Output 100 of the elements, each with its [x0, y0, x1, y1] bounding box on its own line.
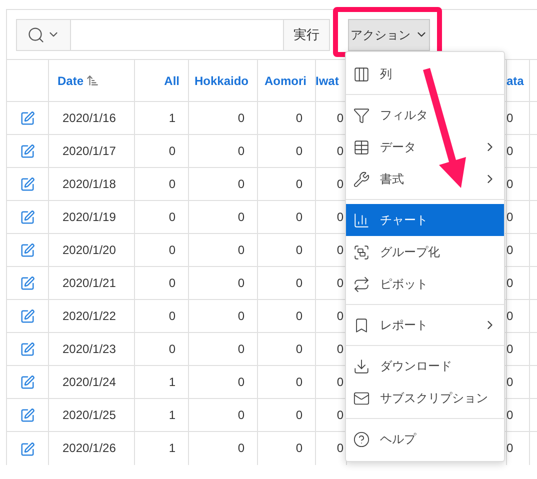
table-cell: 0: [336, 276, 344, 290]
table-cell: 2020/1/16: [62, 111, 116, 125]
table-cell: 0: [296, 177, 302, 191]
table-cell: 0: [238, 441, 244, 456]
edit-icon[interactable]: [20, 375, 35, 390]
download-icon: [353, 358, 370, 374]
envelope-icon: [353, 390, 370, 406]
table-cell: 0: [506, 375, 514, 389]
table-cell: 0: [506, 441, 514, 456]
table-cell: 0: [336, 375, 344, 389]
table-cell: 0: [238, 210, 244, 224]
columns-icon: [353, 66, 370, 82]
table-cell: 2020/1/21: [62, 276, 116, 290]
edit-icon[interactable]: [20, 177, 35, 192]
table-icon: [353, 138, 370, 156]
table-cell: 0: [506, 309, 514, 323]
column-header[interactable]: All: [164, 74, 180, 88]
table-cell: 0: [296, 144, 302, 158]
help-icon: [353, 430, 370, 448]
table-cell: 0: [506, 342, 514, 356]
go-button[interactable]: 実行: [283, 18, 330, 50]
table-cell: 0: [336, 342, 344, 356]
table-cell: 0: [296, 375, 302, 389]
menu-item[interactable]: ピボット: [346, 268, 504, 300]
table-cell: 0: [168, 210, 176, 224]
edit-icon[interactable]: [20, 408, 35, 424]
table-cell: 0: [238, 342, 244, 356]
menu-item[interactable]: チャート: [346, 204, 504, 236]
table-cell: 0: [336, 177, 344, 191]
table-cell: 0: [238, 243, 244, 257]
table-cell: 0: [336, 309, 344, 323]
table-cell: 2020/1/17: [62, 144, 116, 158]
table-cell: 0: [168, 243, 176, 257]
table-cell: 0: [238, 408, 244, 422]
table-cell: 0: [506, 210, 514, 224]
table-cell: 0: [336, 408, 344, 422]
wrench-icon: [353, 170, 370, 188]
table-cell: 1: [168, 375, 176, 389]
menu-item[interactable]: グループ化: [346, 236, 504, 268]
column-header[interactable]: Aomori: [264, 74, 306, 88]
search-menu-button[interactable]: [16, 18, 71, 50]
menu-item[interactable]: サブスクリプション: [346, 382, 504, 414]
table-cell: 0: [336, 144, 344, 158]
table-cell: 0: [168, 342, 176, 356]
table-cell: 0: [296, 111, 302, 125]
column-header[interactable]: Hokkaido: [194, 74, 248, 88]
table-cell: 0: [506, 144, 514, 158]
sort-ascending-icon: [86, 74, 99, 87]
table-cell: 0: [336, 210, 344, 224]
table-cell: 0: [506, 243, 514, 257]
edit-icon[interactable]: [20, 342, 35, 358]
table-cell: 2020/1/22: [62, 309, 116, 323]
menu-item[interactable]: 列: [346, 58, 504, 90]
table-cell: 0: [238, 309, 244, 323]
edit-icon[interactable]: [20, 309, 35, 324]
table-cell: 0: [168, 177, 176, 191]
edit-icon[interactable]: [20, 210, 35, 226]
table-cell: 0: [336, 111, 344, 125]
edit-icon[interactable]: [20, 243, 35, 258]
search-field[interactable]: [71, 18, 283, 50]
edit-icon[interactable]: [20, 276, 35, 292]
column-header[interactable]: Iwat: [316, 74, 339, 88]
menu-item[interactable]: 書式: [346, 163, 504, 195]
table-cell: 0: [296, 243, 302, 257]
menu-item[interactable]: ダウンロード: [346, 350, 504, 382]
group-icon: [353, 244, 370, 260]
filter-icon: [353, 106, 370, 124]
table-cell: 0: [296, 276, 302, 290]
table-cell: 0: [168, 309, 176, 323]
table-cell: 2020/1/19: [62, 210, 116, 224]
table-cell: 1: [168, 408, 176, 422]
edit-icon[interactable]: [20, 442, 35, 457]
table-cell: 0: [296, 342, 302, 356]
table-cell: 0: [336, 243, 344, 257]
menu-item[interactable]: レポート: [346, 309, 504, 341]
search-icon: [27, 26, 45, 44]
table-cell: 0: [238, 111, 244, 125]
table-cell: 2020/1/26: [62, 441, 116, 456]
column-header[interactable]: Date: [58, 72, 84, 90]
table-cell: 0: [238, 276, 244, 290]
table-cell: 0: [168, 144, 176, 158]
table-cell: 0: [506, 276, 514, 290]
actions-button[interactable]: アクション: [348, 18, 430, 50]
table-cell: 0: [506, 408, 514, 422]
table-cell: 0: [296, 408, 302, 422]
table-cell: 0: [336, 441, 344, 456]
table-cell: 2020/1/23: [62, 342, 116, 356]
table-cell: 0: [296, 309, 302, 323]
pivot-icon: [353, 276, 370, 292]
edit-icon[interactable]: [20, 111, 35, 126]
menu-item[interactable]: データ: [346, 131, 504, 163]
table-cell: 1: [168, 111, 176, 125]
menu-item[interactable]: フィルタ: [346, 99, 504, 131]
column-header[interactable]: ata: [506, 74, 524, 88]
bookmark-icon: [353, 316, 370, 334]
table-cell: 2020/1/24: [62, 375, 116, 389]
edit-icon[interactable]: [20, 144, 35, 160]
menu-item[interactable]: ヘルプ: [346, 423, 504, 455]
table-cell: 2020/1/25: [62, 408, 116, 422]
table-cell: 0: [506, 111, 514, 125]
